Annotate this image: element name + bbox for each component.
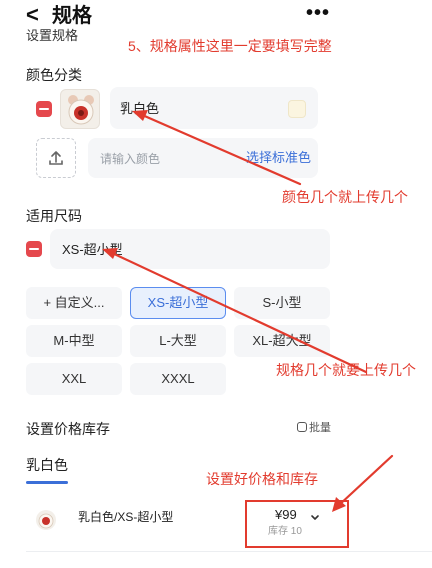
annotation-top: 5、规格属性这里一定要填写完整 (128, 38, 332, 54)
annotation-size: 规格几个就要上传几个 (276, 362, 416, 378)
sku-stock: 库存 10 (268, 526, 302, 537)
selected-size-value: XS-超小型 (62, 242, 123, 257)
tab-color-cream[interactable]: 乳白色 (26, 456, 68, 474)
chevron-down-icon[interactable] (310, 514, 320, 522)
color-swatch[interactable] (288, 100, 306, 118)
divider (26, 551, 432, 552)
select-standard-color-link[interactable]: 选择标准色 (246, 150, 311, 166)
annotation-color: 颜色几个就上传几个 (282, 189, 408, 205)
color-section-title: 颜色分类 (26, 67, 82, 83)
chip-l[interactable]: L-大型 (130, 325, 226, 357)
chip-xxxl[interactable]: XXXL (130, 363, 226, 395)
product-image-icon (38, 513, 54, 529)
back-icon[interactable]: < (26, 2, 39, 28)
size-section-title: 适用尺码 (26, 208, 82, 224)
annotation-price: 设置好价格和库存 (206, 471, 318, 487)
chip-s[interactable]: S-小型 (234, 287, 330, 319)
chip-m[interactable]: M-中型 (26, 325, 122, 357)
upload-icon (49, 151, 63, 165)
color-input-placeholder: 请输入颜色 (100, 152, 161, 166)
product-image-icon (68, 95, 94, 125)
section-title-spec: 设置规格 (26, 28, 79, 42)
delete-icon[interactable] (26, 241, 42, 257)
batch-label: 批量 (309, 422, 331, 434)
sku-thumbnail (36, 510, 56, 530)
price-stock-highlight (245, 500, 349, 548)
more-icon[interactable]: ••• (306, 2, 330, 24)
chip-xxl[interactable]: XXL (26, 363, 122, 395)
chip-xl[interactable]: XL-超大型 (234, 325, 330, 357)
price-section-title: 设置价格库存 (26, 421, 110, 437)
color-name-value: 乳白色 (120, 101, 160, 116)
arrow-to-price (336, 454, 394, 508)
delete-icon[interactable] (36, 101, 52, 117)
upload-image-button[interactable] (36, 138, 76, 178)
tab-underline (26, 481, 68, 484)
batch-button[interactable]: 批量 (297, 421, 331, 435)
sku-price[interactable]: ¥99 (275, 507, 297, 523)
sku-name: 乳白色/XS-超小型 (78, 510, 174, 524)
chip-xs[interactable]: XS-超小型 (130, 287, 226, 319)
chip-custom[interactable]: + 自定义... (26, 287, 122, 319)
product-thumbnail[interactable] (60, 89, 100, 129)
batch-icon (297, 422, 307, 432)
page-title: 规格 (52, 5, 92, 27)
